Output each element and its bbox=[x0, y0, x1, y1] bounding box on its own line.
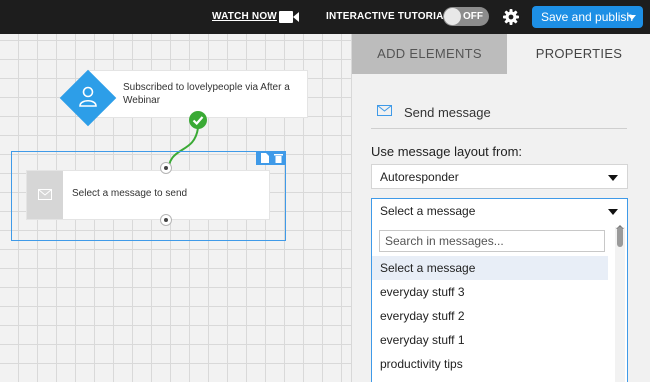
send-message-card[interactable]: Select a message to send bbox=[26, 170, 270, 220]
layout-label: Use message layout from: bbox=[371, 144, 523, 159]
toggle-knob bbox=[444, 8, 461, 25]
input-port[interactable] bbox=[160, 162, 172, 174]
message-select-value: Select a message bbox=[380, 204, 476, 218]
dropdown-option[interactable]: everyday stuff 2 bbox=[372, 304, 608, 328]
properties-panel: ADD ELEMENTS PROPERTIES Send message Use… bbox=[351, 34, 650, 382]
toggle-state-label: OFF bbox=[463, 11, 483, 22]
action-text: Select a message to send bbox=[72, 188, 188, 199]
interactive-tutorial-label: INTERACTIVE TUTORIAL bbox=[326, 11, 450, 22]
person-icon bbox=[79, 86, 97, 107]
envelope-icon bbox=[38, 189, 52, 200]
save-and-publish-button[interactable]: Save and publish bbox=[532, 6, 643, 28]
save-and-publish-label: Save and publish bbox=[541, 10, 634, 24]
message-search-input[interactable] bbox=[379, 230, 605, 252]
chevron-down-icon bbox=[608, 209, 618, 215]
video-camera-icon[interactable] bbox=[279, 11, 299, 23]
dropdown-option[interactable]: everyday stuff 1 bbox=[372, 328, 608, 352]
workflow-canvas[interactable]: Subscribed to lovelypeople via After a W… bbox=[0, 34, 351, 382]
layout-select-value: Autoresponder bbox=[380, 170, 459, 184]
trigger-text: Subscribed to lovelypeople via After a W… bbox=[123, 82, 290, 106]
dropdown-option[interactable]: productivity tips bbox=[372, 352, 608, 376]
envelope-icon bbox=[377, 105, 392, 116]
scrollbar-thumb[interactable] bbox=[617, 227, 623, 247]
message-select[interactable]: Select a message bbox=[372, 199, 627, 224]
message-icon-box bbox=[27, 171, 63, 219]
top-bar: WATCH NOW INTERACTIVE TUTORIAL OFF Save … bbox=[0, 0, 650, 34]
watch-now-link[interactable]: WATCH NOW bbox=[212, 11, 277, 22]
divider bbox=[371, 128, 627, 129]
dropdown-scrollbar[interactable] bbox=[615, 227, 625, 382]
tutorial-toggle[interactable]: OFF bbox=[443, 7, 489, 26]
output-port[interactable] bbox=[160, 214, 172, 226]
dropdown-option[interactable]: Select a message bbox=[372, 256, 608, 280]
tab-properties[interactable]: PROPERTIES bbox=[507, 34, 650, 74]
panel-title: Send message bbox=[404, 105, 491, 120]
trash-icon[interactable] bbox=[274, 153, 283, 163]
document-icon[interactable] bbox=[260, 153, 269, 163]
node-actions bbox=[256, 151, 286, 165]
checkmark-icon bbox=[189, 111, 207, 129]
chevron-down-icon bbox=[608, 175, 618, 181]
message-dropdown: Select a message Select a message everyd… bbox=[371, 198, 628, 382]
dropdown-caret-icon bbox=[628, 15, 636, 20]
tab-add-elements[interactable]: ADD ELEMENTS bbox=[352, 34, 507, 74]
dropdown-option[interactable]: everyday stuff 3 bbox=[372, 280, 608, 304]
gear-icon[interactable] bbox=[502, 8, 520, 26]
layout-select[interactable]: Autoresponder bbox=[371, 164, 628, 189]
